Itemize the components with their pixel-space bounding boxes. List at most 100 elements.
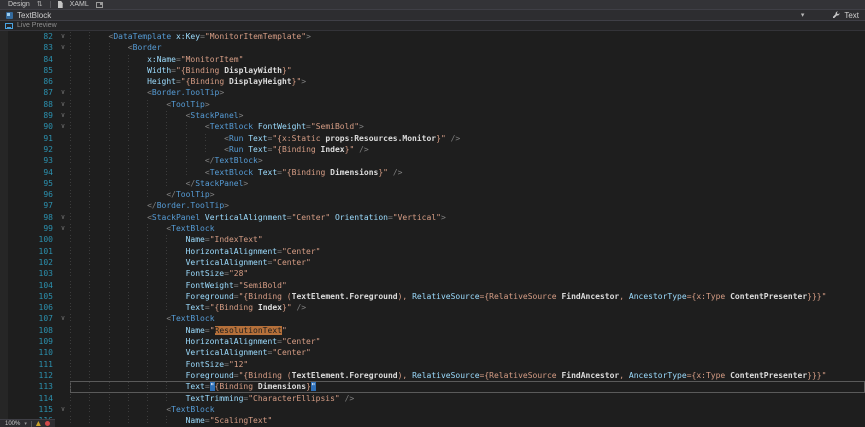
code-line[interactable]: 91 <Run Text="{x:Static props:Resources.…	[0, 133, 865, 144]
code-line[interactable]: 84 x:Name="MonitorItem"	[0, 54, 865, 65]
code-line[interactable]: 102 VerticalAlignment="Center"	[0, 257, 865, 268]
code-line[interactable]: 107∨ <TextBlock	[0, 313, 865, 324]
code-line-text[interactable]: <Run Text="{x:Static props:Resources.Mon…	[70, 133, 865, 144]
code-line[interactable]: 93 </TextBlock>	[0, 155, 865, 166]
code-line[interactable]: 87∨ <Border.ToolTip>	[0, 87, 865, 98]
code-line-text[interactable]: <Border.ToolTip>	[70, 87, 865, 98]
line-number: 109	[0, 336, 56, 347]
code-line-text[interactable]: VerticalAlignment="Center"	[70, 257, 865, 268]
code-line[interactable]: 86 Height="{Binding DisplayHeight}">	[0, 76, 865, 87]
fold-chevron-icon[interactable]: ∨	[56, 212, 70, 223]
code-line-text[interactable]: Foreground="{Binding (TextElement.Foregr…	[70, 370, 865, 381]
fold-chevron-icon[interactable]: ∨	[56, 110, 70, 121]
code-line[interactable]: 83∨ <Border	[0, 42, 865, 53]
live-preview-label[interactable]: Live Preview	[17, 22, 57, 29]
code-line-text[interactable]: <TextBlock	[70, 223, 865, 234]
xaml-tab[interactable]: XAML	[70, 1, 89, 8]
code-line-text[interactable]: FontWeight="SemiBold"	[70, 280, 865, 291]
code-line[interactable]: 97 </Border.ToolTip>	[0, 200, 865, 211]
fold-chevron-icon[interactable]: ∨	[56, 99, 70, 110]
code-line[interactable]: 95 </StackPanel>	[0, 178, 865, 189]
code-line[interactable]: 104 FontWeight="SemiBold"	[0, 280, 865, 291]
breadcrumb-property[interactable]: Text	[844, 11, 859, 20]
code-line-text[interactable]: FontSize="12"	[70, 359, 865, 370]
fold-chevron-icon[interactable]: ∨	[56, 223, 70, 234]
zoom-control[interactable]: 100% ▾	[0, 419, 55, 427]
code-line-text[interactable]: </StackPanel>	[70, 178, 865, 189]
code-line[interactable]: 113 Text="{Binding Dimensions}"	[0, 381, 865, 392]
code-line[interactable]: 108 Name="ResolutionText"	[0, 325, 865, 336]
code-line-text[interactable]: <TextBlock Text="{Binding Dimensions}" /…	[70, 167, 865, 178]
swap-views-icon[interactable]: ⇅	[37, 1, 43, 8]
code-line[interactable]: 98∨ <StackPanel VerticalAlignment="Cente…	[0, 212, 865, 223]
code-line[interactable]: 90∨ <TextBlock FontWeight="SemiBold">	[0, 121, 865, 132]
code-line-text[interactable]: HorizontalAlignment="Center"	[70, 336, 865, 347]
line-number: 94	[0, 167, 56, 178]
fold-chevron-icon[interactable]: ∨	[56, 87, 70, 98]
code-line[interactable]: 99∨ <TextBlock	[0, 223, 865, 234]
code-line-text[interactable]: TextTrimming="CharacterEllipsis" />	[70, 393, 865, 404]
design-tab[interactable]: Design	[8, 1, 30, 8]
fold-chevron-icon[interactable]: ∨	[56, 42, 70, 53]
code-line[interactable]: 105 Foreground="{Binding (TextElement.Fo…	[0, 291, 865, 302]
error-icon[interactable]	[45, 421, 50, 426]
breadcrumb-element[interactable]: TextBlock	[17, 11, 51, 20]
code-line-text[interactable]: Text="{Binding Dimensions}"	[70, 381, 865, 392]
code-line-text[interactable]: VerticalAlignment="Center"	[70, 347, 865, 358]
code-line[interactable]: 94 <TextBlock Text="{Binding Dimensions}…	[0, 167, 865, 178]
zoom-level[interactable]: 100%	[5, 421, 20, 427]
code-line[interactable]: 110 VerticalAlignment="Center"	[0, 347, 865, 358]
code-line-text[interactable]: Name="IndexText"	[70, 234, 865, 245]
code-line-text[interactable]: <StackPanel>	[70, 110, 865, 121]
code-line-text[interactable]: <Border	[70, 42, 865, 53]
code-line[interactable]: 106 Text="{Binding Index}" />	[0, 302, 865, 313]
code-line-text[interactable]: Text="{Binding Index}" />	[70, 302, 865, 313]
code-line[interactable]: 116 Name="ScalingText"	[0, 415, 865, 426]
code-line-text[interactable]: FontSize="28"	[70, 268, 865, 279]
code-line[interactable]: 100 Name="IndexText"	[0, 234, 865, 245]
code-line-text[interactable]: <TextBlock	[70, 313, 865, 324]
fold-chevron-icon[interactable]: ∨	[56, 404, 70, 415]
popout-icon[interactable]	[96, 2, 103, 8]
zoom-caret-icon[interactable]: ▾	[24, 421, 27, 427]
code-line-text[interactable]: </TextBlock>	[70, 155, 865, 166]
code-line-text[interactable]: <TextBlock	[70, 404, 865, 415]
code-line-text[interactable]: </Border.ToolTip>	[70, 200, 865, 211]
line-number: 101	[0, 246, 56, 257]
code-line[interactable]: 82∨ <DataTemplate x:Key="MonitorItemTemp…	[0, 31, 865, 42]
code-line[interactable]: 111 FontSize="12"	[0, 359, 865, 370]
code-line-text[interactable]: HorizontalAlignment="Center"	[70, 246, 865, 257]
code-line[interactable]: 112 Foreground="{Binding (TextElement.Fo…	[0, 370, 865, 381]
code-line[interactable]: 103 FontSize="28"	[0, 268, 865, 279]
code-line-text[interactable]: Foreground="{Binding (TextElement.Foregr…	[70, 291, 865, 302]
code-line-text[interactable]: <Run Text="{Binding Index}" />	[70, 144, 865, 155]
code-line[interactable]: 109 HorizontalAlignment="Center"	[0, 336, 865, 347]
code-line[interactable]: 115∨ <TextBlock	[0, 404, 865, 415]
code-line[interactable]: 88∨ <ToolTip>	[0, 99, 865, 110]
fold-chevron-icon[interactable]: ∨	[56, 31, 70, 42]
code-line-text[interactable]: Name="ScalingText"	[70, 415, 865, 426]
code-line[interactable]: 92 <Run Text="{Binding Index}" />	[0, 144, 865, 155]
fold-chevron-icon[interactable]: ∨	[56, 121, 70, 132]
code-line-text[interactable]: <ToolTip>	[70, 99, 865, 110]
line-number: 97	[0, 200, 56, 211]
code-line[interactable]: 96 </ToolTip>	[0, 189, 865, 200]
code-line[interactable]: 101 HorizontalAlignment="Center"	[0, 246, 865, 257]
code-line-text[interactable]: <DataTemplate x:Key="MonitorItemTemplate…	[70, 31, 865, 42]
code-line-text[interactable]: x:Name="MonitorItem"	[70, 54, 865, 65]
code-line-text[interactable]: <TextBlock FontWeight="SemiBold">	[70, 121, 865, 132]
code-line-text[interactable]: Width="{Binding DisplayWidth}"	[70, 65, 865, 76]
code-line-text[interactable]: Height="{Binding DisplayHeight}">	[70, 76, 865, 87]
code-line[interactable]: 114 TextTrimming="CharacterEllipsis" />	[0, 393, 865, 404]
code-line-text[interactable]: <StackPanel VerticalAlignment="Center" O…	[70, 212, 865, 223]
fold-margin	[56, 302, 70, 313]
line-number: 100	[0, 234, 56, 245]
code-line[interactable]: 85 Width="{Binding DisplayWidth}"	[0, 65, 865, 76]
code-line[interactable]: 89∨ <StackPanel>	[0, 110, 865, 121]
fold-margin	[56, 189, 70, 200]
warning-icon[interactable]	[36, 421, 41, 426]
code-line-text[interactable]: </ToolTip>	[70, 189, 865, 200]
code-line-text[interactable]: Name="ResolutionText"	[70, 325, 865, 336]
chevron-down-icon[interactable]: ▾	[801, 11, 805, 19]
fold-chevron-icon[interactable]: ∨	[56, 313, 70, 324]
